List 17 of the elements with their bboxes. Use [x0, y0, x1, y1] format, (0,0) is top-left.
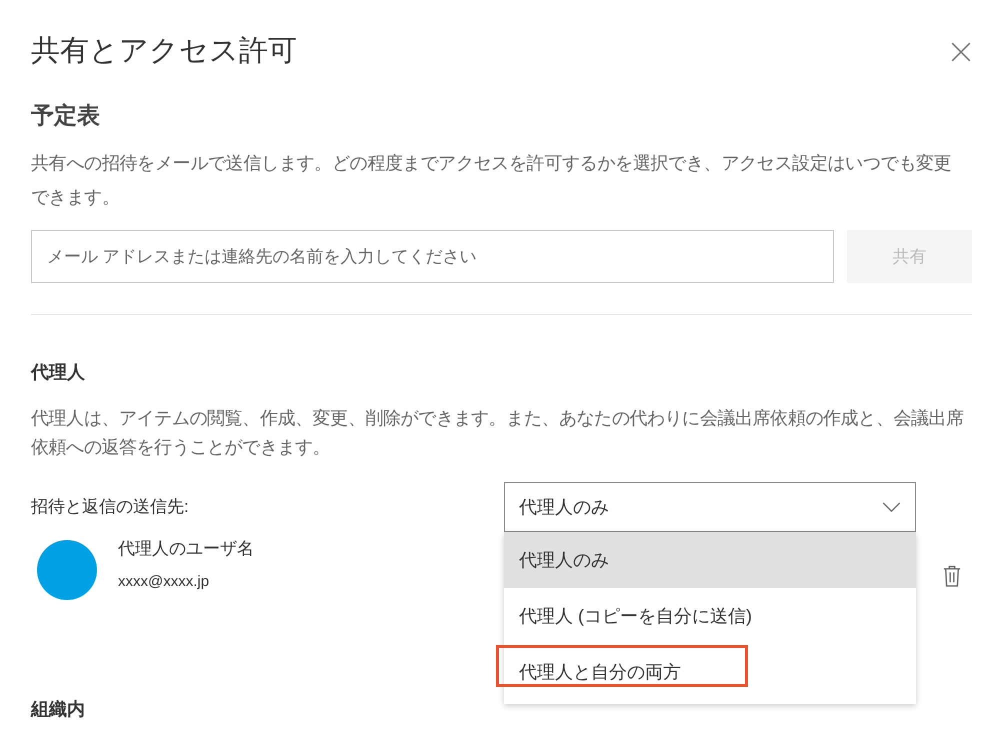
send-to-label: 招待と返信の送信先: — [31, 496, 190, 518]
dialog-title: 共有とアクセス許可 — [31, 34, 297, 69]
section-description: 代理人は、アイテムの閲覧、作成、変更、削除ができます。また、あなたの代わりに会議出席依頼の作成と、会議出席依頼への返答を行うことができます。 — [31, 407, 965, 459]
close-icon[interactable] — [950, 40, 972, 63]
section-heading: 予定表 — [31, 100, 100, 130]
trash-icon[interactable] — [943, 565, 961, 587]
section-description: 共有への招待をメールで送信します。どの程度までアクセスを許可するかを選択でき、アクセス設定はいつでも変更できます。 — [31, 152, 952, 209]
dropdown-option[interactable]: 代理人のみ — [504, 532, 916, 588]
email-input-field[interactable]: メール アドレスまたは連絡先の名前を入力してください — [31, 230, 834, 283]
dropdown-option[interactable]: 代理人と自分の両方 — [504, 644, 916, 700]
section-heading: 代理人 — [31, 361, 85, 384]
delegate-email: xxxx@xxxx.jp — [118, 572, 210, 592]
send-to-select[interactable]: 代理人のみ — [504, 482, 916, 532]
delegate-name: 代理人のユーザ名 — [118, 538, 254, 560]
chevron-icon — [882, 502, 901, 512]
dropdown-option[interactable]: 代理人 (コピーを自分に送信) — [504, 588, 916, 644]
section-heading: 組織内 — [31, 698, 85, 721]
